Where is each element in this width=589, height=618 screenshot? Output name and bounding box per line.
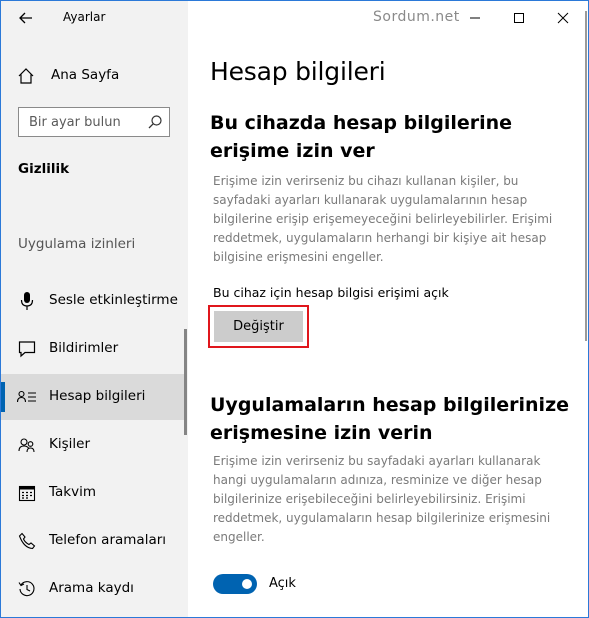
settings-window: Ayarlar Ana Sayfa Gizlilik Uygulama izin… (0, 0, 589, 618)
device-access-description: Erişime izin verirseniz bu cihazı kullan… (213, 174, 553, 264)
group-label: Uygulama izinleri (18, 236, 136, 252)
microphone-icon (17, 291, 37, 311)
sidebar-item-label: Bildirimler (49, 340, 119, 356)
page-title: Hesap bilgileri (210, 57, 386, 86)
toggle-knob (242, 579, 252, 589)
section-title: Gizlilik (18, 161, 70, 177)
back-arrow-icon (19, 12, 32, 24)
sidebar: Ayarlar Ana Sayfa Gizlilik Uygulama izin… (1, 1, 188, 617)
device-access-status: Bu cihaz için hesap bilgisi erişimi açık (213, 285, 449, 300)
app-access-toggle[interactable] (213, 574, 257, 594)
sidebar-item-label: Arama kaydı (49, 580, 134, 596)
sidebar-item-label: Takvim (49, 484, 96, 500)
home-icon (17, 67, 35, 89)
sidebar-item-contacts[interactable]: Kişiler (1, 422, 185, 468)
search-input[interactable] (19, 108, 145, 136)
notification-icon (17, 339, 37, 359)
sidebar-item-phone-calls[interactable]: Telefon aramaları (1, 518, 185, 564)
sidebar-item-notifications[interactable]: Bildirimler (1, 326, 185, 372)
sidebar-item-call-history[interactable]: Arama kaydı (1, 566, 185, 612)
sidebar-item-label: Hesap bilgileri (49, 388, 146, 404)
sidebar-item-label: Sesle etkinleştirme (49, 292, 178, 308)
app-access-heading: Uygulamaların hesap bilgilerinize erişme… (210, 394, 570, 444)
phone-icon (17, 531, 37, 551)
sidebar-item-label: Kişiler (49, 436, 90, 452)
main-content: Hesap bilgileri Bu cihazda hesap bilgile… (188, 1, 588, 617)
history-icon (17, 579, 37, 599)
main-scrollbar[interactable] (585, 11, 587, 341)
sidebar-scrollbar[interactable] (184, 329, 187, 435)
sidebar-item-calendar[interactable]: Takvim (1, 470, 185, 516)
app-access-description: Erişime izin verirseniz bu sayfadaki aya… (213, 454, 551, 544)
active-indicator (1, 382, 5, 412)
search-icon[interactable] (147, 114, 163, 134)
settings-search[interactable] (18, 107, 170, 137)
change-button[interactable]: Değiştir (214, 311, 303, 342)
sidebar-item-home-label: Ana Sayfa (51, 67, 120, 83)
back-button[interactable] (11, 5, 41, 31)
sidebar-item-voice-activation[interactable]: Sesle etkinleştirme (1, 278, 185, 324)
sidebar-item-label: Telefon aramaları (49, 532, 167, 548)
device-access-heading: Bu cihazda hesap bilgilerine erişime izi… (210, 112, 513, 162)
contacts-icon (17, 435, 37, 455)
toggle-state-label: Açık (269, 576, 296, 591)
sidebar-item-home[interactable]: Ana Sayfa (1, 61, 188, 91)
calendar-icon (17, 483, 37, 503)
account-info-icon (17, 387, 37, 407)
sidebar-item-account-info[interactable]: Hesap bilgileri (1, 374, 185, 420)
app-title: Ayarlar (63, 10, 106, 24)
